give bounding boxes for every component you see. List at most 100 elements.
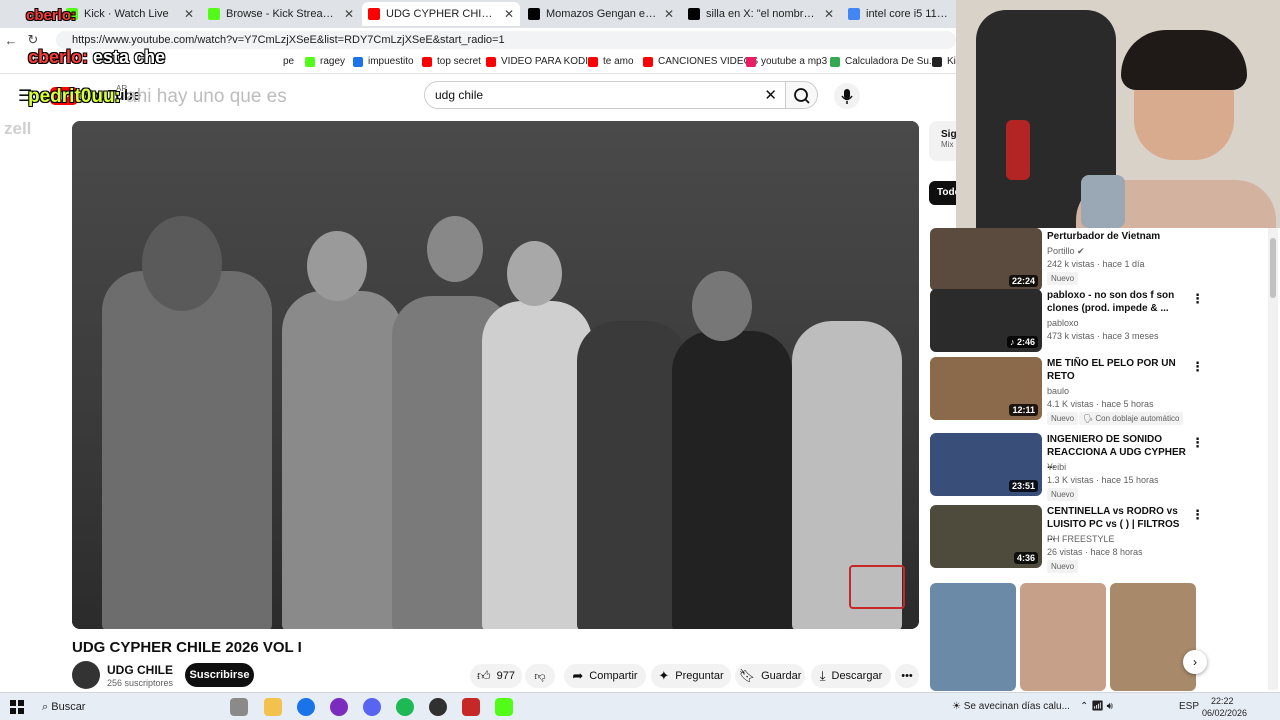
bookmark-item[interactable]: youtube a mp3 [746,56,827,67]
person-head [692,271,752,341]
kodi-icon [932,56,942,67]
share-button[interactable]: ➦ Compartir [564,664,646,688]
close-tab-icon[interactable]: ✕ [504,7,514,21]
clear-search-icon[interactable]: ✕ [764,86,777,104]
close-tab-icon[interactable]: ✕ [344,7,354,21]
bookmark-item[interactable]: ragey [305,56,345,67]
bookmark-item[interactable]: Calculadora De Su... [830,56,937,67]
recommendation-item[interactable]: 4:36 CENTINELLA vs RODRO vs LUISITO PC v… [929,505,1259,573]
dislike-button[interactable]: 👎︎ [525,664,555,688]
more-vertical-icon[interactable]: ⋮ [1191,291,1204,307]
like-button[interactable]: 👍︎ 977 [470,664,522,688]
recommendation-item[interactable]: ♪ 2:46 pabloxo - no son dos f son clones… [929,289,1259,355]
short-thumbnail[interactable] [930,583,1016,691]
close-tab-icon[interactable]: ✕ [184,7,194,21]
search-button[interactable] [786,81,818,109]
video-thumbnail[interactable]: 23:51 [930,433,1042,496]
recommendation-channel[interactable]: Yeibi [1047,462,1066,472]
channel-avatar[interactable] [72,661,100,689]
recommendation-channel[interactable]: baulo [1047,386,1069,396]
close-tab-icon[interactable]: ✕ [664,7,674,21]
search-input[interactable]: udg chile ✕ [424,81,786,109]
spotify-icon[interactable] [396,698,414,716]
tab-x-silla[interactable]: silla en X: "el nombre mas original ✕ [682,2,840,26]
edge-icon[interactable] [297,698,315,716]
recommendation-channel[interactable]: pabloxo [1047,318,1079,328]
discord-icon[interactable] [363,698,381,716]
video-thumbnail[interactable]: 22:24 [930,228,1042,291]
recommendation-title[interactable]: Perturbador de Vietnam [1047,230,1189,243]
bookmark-item[interactable]: Ki [932,56,956,67]
voice-search-button[interactable] [834,83,860,109]
recommendation-item[interactable]: 22:24 Perturbador de Vietnam Portillo ✔ … [929,228,1259,294]
video-thumbnail[interactable]: 4:36 [930,505,1042,568]
recommendation-channel[interactable]: Portillo ✔ [1047,246,1085,257]
recommendation-item[interactable]: 12:11 ME TIÑO EL PELO POR UN RETO baulo … [929,357,1259,425]
page-scrollbar[interactable] [1268,228,1278,690]
sparkle-icon: ✦ [658,668,670,683]
recommendation-title[interactable]: ME TIÑO EL PELO POR UN RETO [1047,357,1189,383]
app-icon[interactable] [330,698,348,716]
bookmark-item[interactable]: CANCIONES VIDEOS [643,56,758,67]
new-badge: Nuevo [1047,560,1079,573]
youtube-icon [486,56,496,67]
language-indicator[interactable]: ESP [1179,701,1199,712]
chevron-right-icon[interactable]: › [1183,650,1207,674]
save-button[interactable]: 🔖︎ Guardar [735,664,805,688]
dub-icon: 🗣︎ [1083,414,1094,423]
more-vertical-icon[interactable]: ⋮ [1191,435,1204,451]
recommendation-title[interactable]: INGENIERO DE SONIDO REACCIONA A UDG CYPH… [1047,433,1189,472]
video-player[interactable] [72,121,919,629]
download-button[interactable]: ⤓ Descargar [811,664,891,688]
weather-notice[interactable]: ☀ Se avecinan días calu... [952,701,1070,712]
tab-kick-browse[interactable]: Browse - Kick Streaming ✕ [202,2,360,26]
search-query[interactable]: udg chile [435,88,483,102]
tray-icons[interactable]: ⌃ 📶︎ 🔊︎ [1080,701,1113,712]
reload-icon[interactable]: ↻ [22,32,44,48]
short-thumbnail[interactable] [1020,583,1106,691]
tab-x-momazos[interactable]: Momazos Gengan en X: "el nombre ✕ [522,2,680,26]
media-app-icon[interactable] [462,698,480,716]
ask-button[interactable]: ✦ Preguntar [651,664,731,688]
clock-time[interactable]: 22:22 [1211,696,1234,706]
short-thumbnail[interactable] [1110,583,1196,691]
person-head [507,241,562,306]
video-thumbnail[interactable]: ♪ 2:46 [930,289,1042,352]
scrollbar-thumb[interactable] [1270,238,1276,298]
clock-date[interactable]: 06/02/2026 [1202,708,1247,718]
recommendation-item[interactable]: 23:51 INGENIERO DE SONIDO REACCIONA A UD… [929,433,1259,501]
windows-taskbar: ⌕ Buscar ☀ Se avecinan días calu... ⌃ 📶︎… [0,692,1280,720]
more-actions-button[interactable]: ••• [895,664,919,688]
bookmark-item[interactable]: top secret [422,56,481,67]
youtube-icon [643,56,653,67]
more-vertical-icon[interactable]: ⋮ [1191,507,1204,523]
task-view-icon[interactable] [230,698,248,716]
screen: { "browser": { "tabs": [ {"title": "Kick… [0,0,1280,720]
bookmark-item[interactable]: pe [283,56,294,67]
file-explorer-icon[interactable] [264,698,282,716]
address-bar[interactable]: https://www.youtube.com/watch?v=Y7CmLzjX… [56,31,956,49]
volume-icon: 🔊︎ [1106,701,1113,712]
tab-google-search[interactable]: intel core i5 11400 - Búsqu [842,2,956,26]
auto-dub-badge: 🗣︎ Con doblaje automático [1079,412,1184,425]
search-icon: ⌕ [42,701,49,713]
recommendation-channel[interactable]: PH FREESTYLE [1047,534,1115,544]
bookmark-item[interactable]: te amo [588,56,634,67]
recommendation-title[interactable]: pabloxo - no son dos f son clones (prod.… [1047,289,1189,315]
chat-username: cberlo: [26,7,77,24]
bookmark-item[interactable]: impuestito [353,56,414,67]
video-thumbnail[interactable]: 12:11 [930,357,1042,420]
recommendation-meta: 26 vistas · hace 8 horas [1047,547,1143,557]
taskbar-search[interactable]: ⌕ Buscar [36,696,236,718]
tab-kick-watch[interactable]: Kick · Watch Live ✕ [60,2,200,26]
tab-youtube-active[interactable]: UDG CYPHER CHILE 2026 VOL I ✕ [362,2,520,26]
windows-start-icon[interactable] [10,700,24,714]
kick-icon[interactable] [495,698,513,716]
back-icon[interactable]: ← [0,33,22,48]
close-tab-icon[interactable]: ✕ [824,7,834,21]
more-vertical-icon[interactable]: ⋮ [1191,359,1204,375]
channel-name[interactable]: UDG CHILE [107,663,173,677]
obs-icon[interactable] [429,698,447,716]
bookmark-item[interactable]: VIDEO PARA KODI... [486,56,596,67]
subscribe-button[interactable]: Suscribirse [185,663,254,687]
